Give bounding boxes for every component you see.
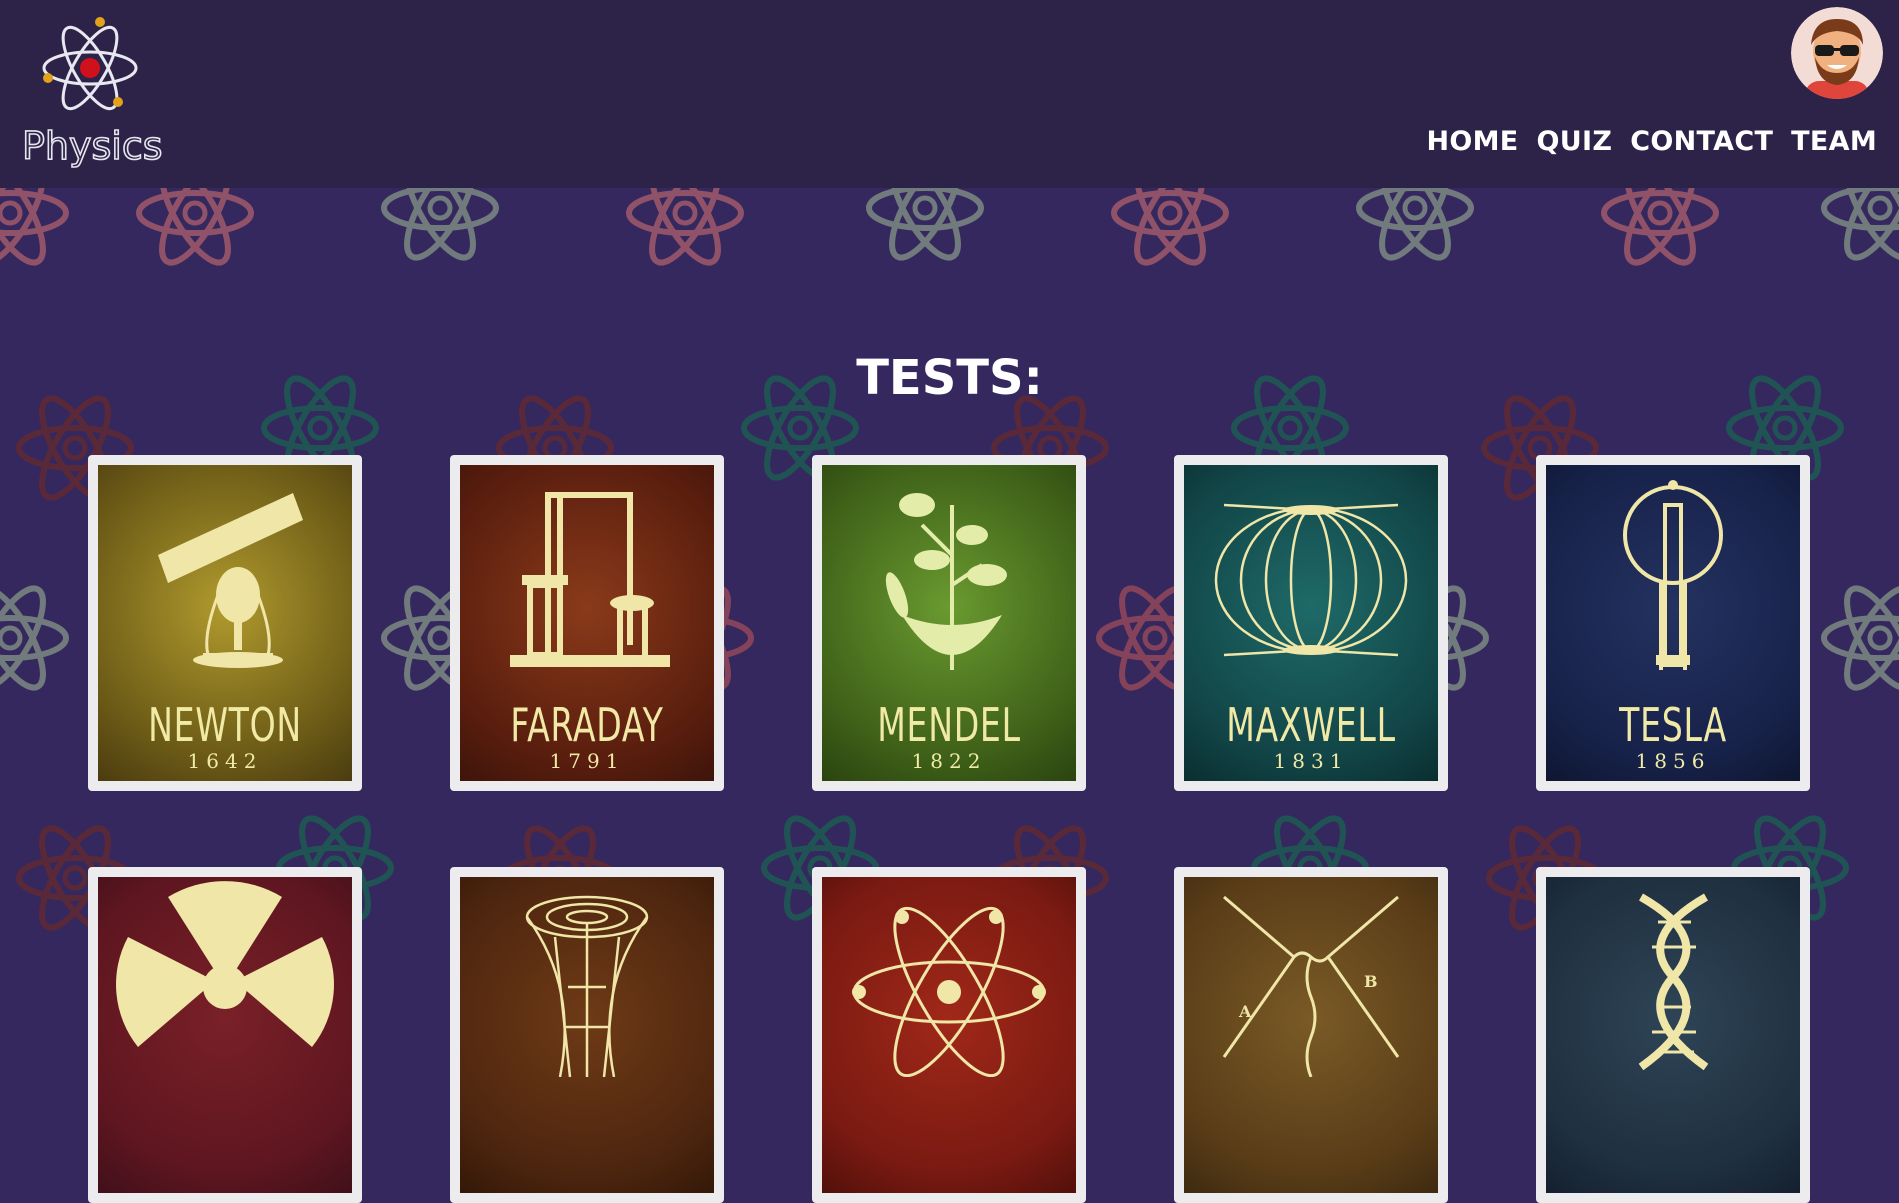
main-nav: HOME QUIZ CONTACT TEAM (1426, 126, 1877, 157)
poster-name: NEWTON (148, 698, 302, 752)
nav-quiz[interactable]: QUIZ (1537, 126, 1613, 157)
poster: MENDEL 1822 (822, 465, 1076, 781)
poster-name: FARADAY (510, 698, 664, 752)
page-title: TESTS: (856, 350, 1043, 406)
poster (98, 877, 352, 1193)
atom-logo-icon (42, 17, 138, 111)
logo[interactable]: Physics (21, 14, 163, 174)
nav-home[interactable]: HOME (1426, 126, 1518, 157)
test-card-wormhole[interactable] (450, 867, 724, 1203)
test-card-atom[interactable] (812, 867, 1086, 1203)
field-lines-icon (1214, 503, 1408, 657)
test-card-newton[interactable]: NEWTON 1642 (88, 455, 362, 791)
avatar-icon (1791, 7, 1883, 99)
user-avatar[interactable] (1791, 7, 1883, 99)
dna-icon (1638, 893, 1709, 1071)
test-card-radiation[interactable] (88, 867, 362, 1203)
apparatus-icon (510, 492, 670, 667)
poster: FARADAY 1791 (460, 465, 714, 781)
nav-contact[interactable]: CONTACT (1630, 126, 1773, 157)
test-card-mendel[interactable]: MENDEL 1822 (812, 455, 1086, 791)
poster (822, 877, 1076, 1193)
radiation-icon (116, 881, 334, 1047)
site-header: Physics HOME QUIZ CONTACT TEAM (0, 0, 1899, 188)
test-card-feynman[interactable]: A B (1174, 867, 1448, 1203)
poster: TESLA 1856 (1546, 465, 1800, 781)
atom-icon (852, 906, 1046, 1077)
svg-text:B: B (1364, 972, 1378, 991)
poster: MAXWELL 1831 (1184, 465, 1438, 781)
poster: A B (1184, 877, 1438, 1193)
nav-team[interactable]: TEAM (1791, 126, 1877, 157)
poster-year: 1642 (187, 749, 263, 773)
poster-year: 1856 (1635, 749, 1711, 773)
poster-name: TESLA (1619, 698, 1727, 752)
poster-name: MAXWELL (1226, 698, 1396, 752)
svg-text:A: A (1238, 1002, 1252, 1021)
wormhole-icon (525, 895, 649, 1077)
poster-year: 1822 (911, 749, 987, 773)
telescope-icon (158, 493, 303, 668)
test-card-faraday[interactable]: FARADAY 1791 (450, 455, 724, 791)
test-card-tesla[interactable]: TESLA 1856 (1536, 455, 1810, 791)
poster (460, 877, 714, 1193)
poster-year: 1831 (1273, 749, 1349, 773)
poster: NEWTON 1642 (98, 465, 352, 781)
logo-text: Physics (21, 123, 163, 169)
poster-name: MENDEL (877, 698, 1021, 752)
test-card-dna[interactable] (1536, 867, 1810, 1203)
plant-icon (885, 493, 1007, 670)
poster (1546, 877, 1800, 1193)
lightbulb-icon (1623, 480, 1723, 670)
feynman-diagram-icon: A B (1222, 895, 1400, 1077)
test-card-maxwell[interactable]: MAXWELL 1831 (1174, 455, 1448, 791)
poster-year: 1791 (549, 749, 625, 773)
